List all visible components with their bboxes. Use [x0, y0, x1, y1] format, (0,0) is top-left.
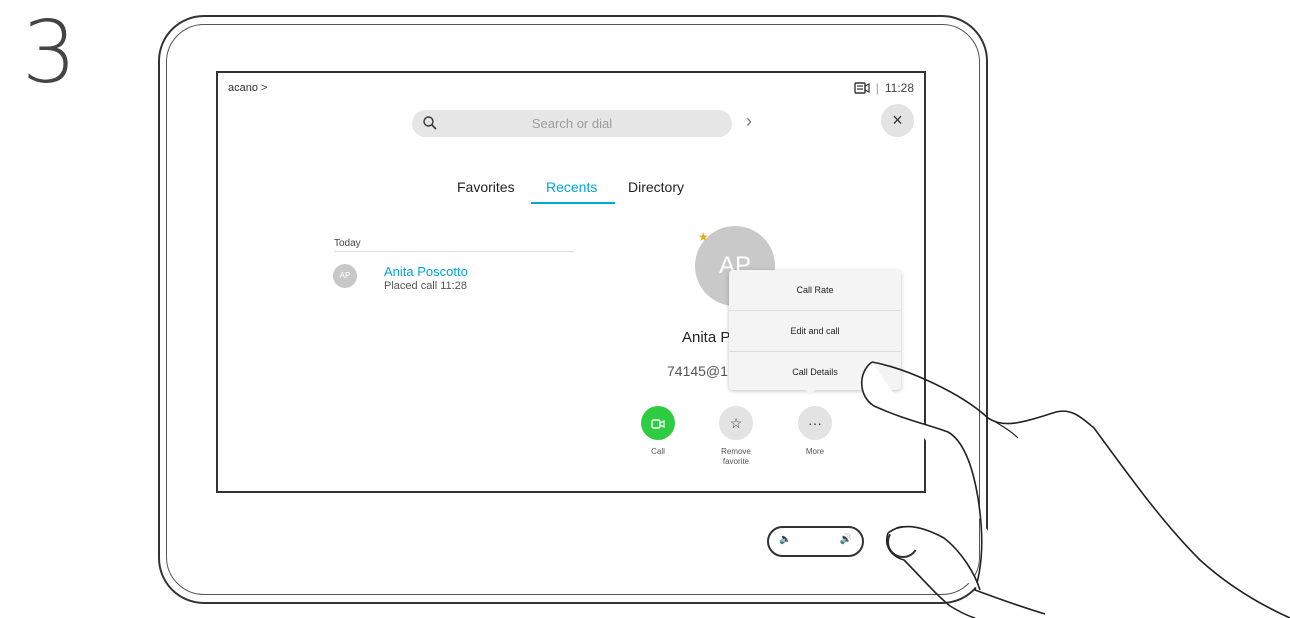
- pointing-hand-illustration: [860, 361, 1290, 618]
